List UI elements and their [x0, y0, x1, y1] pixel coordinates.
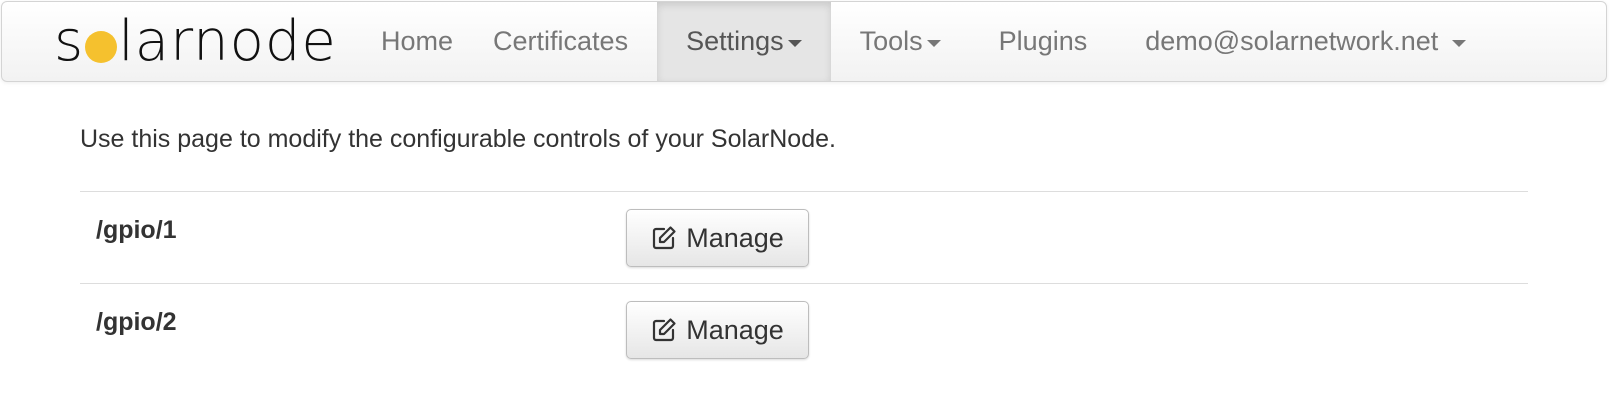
nav-certificates[interactable]: Certificates — [472, 2, 657, 81]
brand-text-end: larnode — [118, 9, 337, 74]
caret-down-icon — [926, 39, 941, 47]
nav-settings-dropdown[interactable]: Settings — [657, 2, 831, 81]
caret-down-icon — [1452, 39, 1467, 47]
caret-down-icon — [787, 39, 802, 47]
nav-user-dropdown[interactable]: demo@solarnetwork.net — [1116, 2, 1495, 81]
nav-tools-dropdown[interactable]: Tools — [831, 2, 970, 81]
brand-logo[interactable]: s larnode — [2, 2, 362, 81]
brand-text-start: s — [54, 9, 85, 74]
navbar: s larnode Home Certificates Settings Tool… — [1, 1, 1607, 82]
edit-icon — [651, 225, 677, 251]
control-id: /gpio/2 — [96, 308, 177, 336]
nav-plugins-label: Plugins — [998, 26, 1088, 56]
nav-user-label: demo@solarnetwork.net — [1145, 26, 1439, 56]
nav-home[interactable]: Home — [362, 2, 472, 81]
manage-button[interactable]: Manage — [626, 301, 809, 359]
nav-home-label: Home — [381, 26, 454, 56]
controls-table: /gpio/1 Manage /gpio/2 Manage — [80, 191, 1528, 375]
page-intro: Use this page to modify the configurable… — [80, 125, 836, 153]
nav-settings-label: Settings — [686, 26, 784, 56]
sun-icon — [85, 30, 118, 63]
nav-tools-label: Tools — [859, 26, 923, 56]
nav-certificates-label: Certificates — [493, 26, 629, 56]
manage-button-label: Manage — [686, 222, 784, 253]
nav-plugins[interactable]: Plugins — [970, 2, 1117, 81]
manage-button[interactable]: Manage — [626, 209, 809, 267]
manage-button-label: Manage — [686, 314, 784, 345]
control-id: /gpio/1 — [96, 216, 177, 244]
table-row: /gpio/1 Manage — [80, 191, 1528, 283]
edit-icon — [651, 317, 677, 343]
table-row: /gpio/2 Manage — [80, 283, 1528, 375]
